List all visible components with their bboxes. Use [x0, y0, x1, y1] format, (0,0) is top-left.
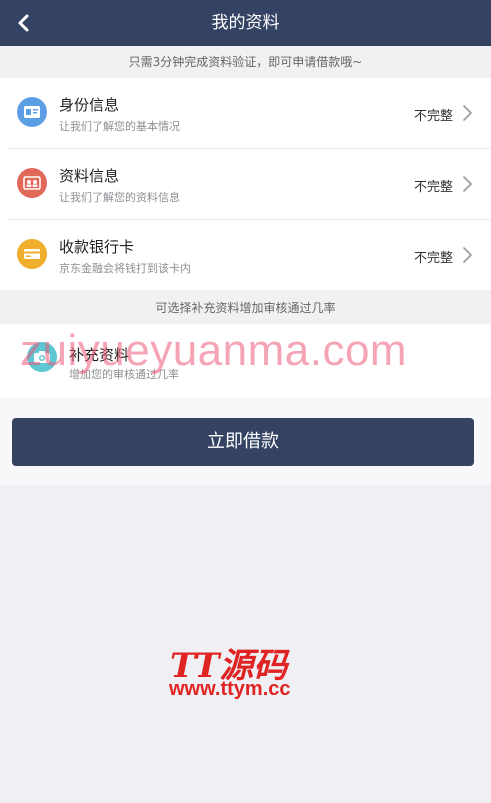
brand-logo: TT源码 www.ttym.cc	[165, 638, 325, 708]
top-nav-bar: 我的资料	[0, 0, 491, 46]
info-list: 身份信息 让我们了解您的基本情况 不完整 资料信息 让我们了解您的资料信息 不完…	[0, 78, 491, 290]
item-title: 资料信息	[59, 167, 120, 185]
logo-url: www.ttym.cc	[169, 678, 291, 700]
item-title: 补充资料	[69, 346, 130, 364]
bank-card-icon	[17, 239, 47, 269]
item-subtitle: 让我们了解您的基本情况	[59, 120, 180, 133]
item-title: 身份信息	[59, 96, 120, 114]
notice-text: 只需3分钟完成资料验证，即可申请借款哦~	[0, 46, 491, 78]
item-subtitle: 京东金融会将钱打到该卡内	[59, 262, 191, 275]
chevron-right-icon	[463, 176, 472, 192]
section-hint: 可选择补充资料增加审核通过几率	[0, 292, 491, 324]
id-card-icon	[17, 97, 47, 127]
action-area: 立即借款	[0, 397, 491, 485]
item-subtitle: 增加您的审核通过几率	[69, 368, 179, 381]
page-title: 我的资料	[211, 13, 280, 33]
camera-icon	[27, 342, 57, 372]
status-badge: 不完整	[413, 109, 453, 124]
list-item-profile[interactable]: 资料信息 让我们了解您的资料信息 不完整	[8, 148, 491, 219]
borrow-now-button[interactable]: 立即借款	[12, 418, 474, 466]
chevron-right-icon	[463, 247, 472, 263]
list-item-supplementary[interactable]: 补充资料 增加您的审核通过几率	[0, 324, 491, 397]
item-subtitle: 让我们了解您的资料信息	[59, 191, 180, 204]
list-item-identity[interactable]: 身份信息 让我们了解您的基本情况 不完整	[0, 78, 491, 148]
list-item-bank-card[interactable]: 收款银行卡 京东金融会将钱打到该卡内 不完整	[8, 219, 491, 290]
chevron-right-icon	[463, 105, 472, 121]
status-badge: 不完整	[413, 180, 453, 195]
item-title: 收款银行卡	[59, 238, 135, 256]
contact-card-icon	[17, 168, 47, 198]
status-badge: 不完整	[413, 251, 453, 266]
